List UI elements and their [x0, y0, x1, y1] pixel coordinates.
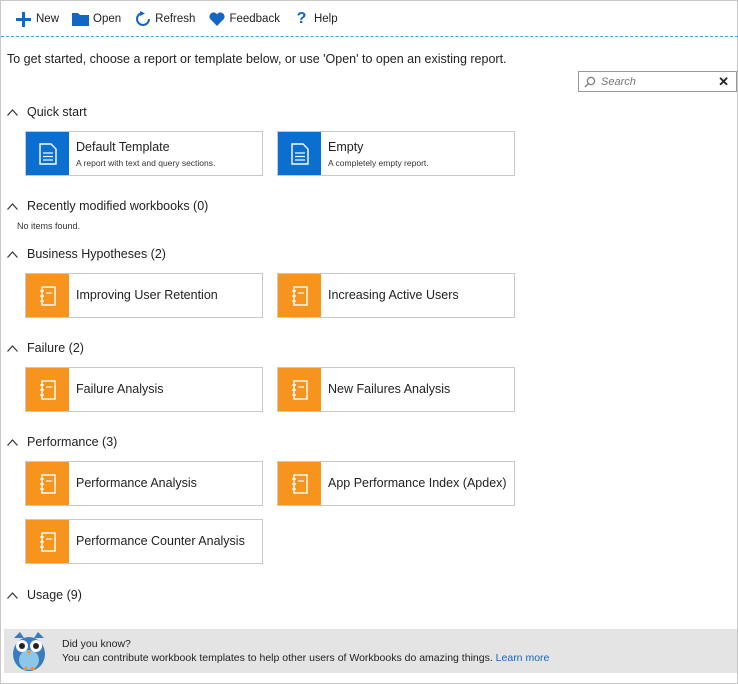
clear-search-icon[interactable]: ✕	[718, 74, 729, 90]
toolbar: New Open Refresh Feedback ? Help	[1, 1, 738, 37]
tip-body: You can contribute workbook templates to…	[62, 651, 549, 665]
section-performance-header[interactable]: Performance (3)	[7, 435, 117, 449]
open-label: Open	[93, 13, 122, 25]
intro-text: To get started, choose a report or templ…	[7, 52, 507, 66]
workbooks-gallery: New Open Refresh Feedback ? Help To get …	[0, 0, 738, 684]
section-title: Failure (2)	[27, 341, 84, 355]
tile-improving-user-retention[interactable]: Improving User Retention	[25, 273, 263, 318]
notebook-icon	[278, 368, 321, 411]
section-title: Performance (3)	[27, 435, 118, 449]
notebook-icon	[26, 368, 69, 411]
tile-increasing-active-users[interactable]: Increasing Active Users	[277, 273, 515, 318]
search-input[interactable]	[601, 75, 711, 88]
refresh-icon	[134, 11, 151, 28]
learn-more-link[interactable]: Learn more	[496, 652, 550, 664]
chevron-up-icon	[7, 437, 19, 447]
search-box[interactable]: ✕	[578, 71, 737, 92]
tip-heading: Did you know?	[62, 638, 131, 650]
help-button[interactable]: ? Help	[293, 7, 338, 31]
document-icon	[278, 132, 321, 175]
section-title: Quick start	[27, 105, 87, 119]
section-title: Business Hypotheses (2)	[27, 247, 166, 261]
question-icon: ?	[296, 10, 307, 27]
refresh-button[interactable]: Refresh	[134, 7, 195, 31]
document-icon	[26, 132, 69, 175]
plus-icon	[15, 11, 32, 28]
tile-failure-analysis[interactable]: Failure Analysis	[25, 367, 263, 412]
tile-name: Performance Counter Analysis	[76, 534, 245, 548]
folder-icon	[72, 11, 90, 28]
notebook-icon	[278, 462, 321, 505]
open-button[interactable]: Open	[72, 7, 121, 31]
new-label: New	[36, 13, 60, 25]
section-failure-header[interactable]: Failure (2)	[7, 341, 84, 355]
no-items-text: No items found.	[17, 221, 81, 231]
section-recent-header[interactable]: Recently modified workbooks (0)	[7, 199, 208, 213]
tile-description: A completely empty report.	[328, 157, 429, 168]
tile-performance-analysis[interactable]: Performance Analysis	[25, 461, 263, 506]
section-business-header[interactable]: Business Hypotheses (2)	[7, 247, 166, 261]
chevron-up-icon	[7, 343, 19, 353]
section-title: Usage (9)	[27, 588, 82, 602]
tile-name: App Performance Index (Apdex)	[328, 476, 507, 490]
new-button[interactable]: New	[15, 7, 59, 31]
search-icon	[579, 72, 601, 91]
tip-text: You can contribute workbook templates to…	[62, 652, 493, 664]
feedback-button[interactable]: Feedback	[208, 7, 280, 31]
tile-name: Failure Analysis	[76, 382, 164, 396]
tile-name: Default Template	[76, 139, 170, 154]
tile-name: Empty	[328, 139, 364, 154]
tile-description: A report with text and query sections.	[76, 157, 216, 168]
notebook-icon	[26, 274, 69, 317]
heart-icon	[208, 11, 225, 28]
tile-name: Performance Analysis	[76, 476, 197, 490]
help-label: Help	[313, 13, 338, 25]
tile-app-performance-index[interactable]: App Performance Index (Apdex)	[277, 461, 515, 506]
owl-icon	[10, 630, 48, 672]
tile-name: New Failures Analysis	[328, 382, 451, 396]
tile-name: Improving User Retention	[76, 288, 218, 302]
tile-empty[interactable]: Empty A completely empty report.	[277, 131, 515, 176]
notebook-icon	[278, 274, 321, 317]
chevron-up-icon	[7, 201, 19, 211]
toolbar-divider	[1, 36, 738, 37]
tile-performance-counter-analysis[interactable]: Performance Counter Analysis	[25, 519, 263, 564]
section-quick-start-header[interactable]: Quick start	[7, 105, 87, 119]
section-title: Recently modified workbooks (0)	[27, 199, 209, 213]
notebook-icon	[26, 520, 69, 563]
chevron-up-icon	[7, 590, 19, 600]
section-usage-header[interactable]: Usage (9)	[7, 588, 82, 602]
chevron-up-icon	[7, 107, 19, 117]
tile-new-failures-analysis[interactable]: New Failures Analysis	[277, 367, 515, 412]
notebook-icon	[26, 462, 69, 505]
tile-default-template[interactable]: Default Template A report with text and …	[25, 131, 263, 176]
did-you-know-banner: Did you know? You can contribute workboo…	[4, 629, 737, 673]
feedback-label: Feedback	[229, 13, 280, 25]
chevron-up-icon	[7, 249, 19, 259]
tile-name: Increasing Active Users	[328, 288, 459, 302]
refresh-label: Refresh	[155, 13, 196, 25]
